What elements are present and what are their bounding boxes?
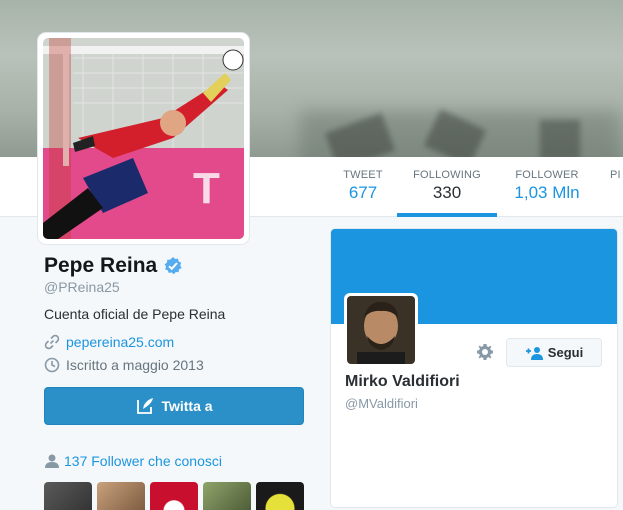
stat-followers-label: FOLLOWER <box>515 169 579 181</box>
clock-icon <box>44 357 60 373</box>
follow-button-label: Segui <box>547 345 584 360</box>
followers-you-know-label: 137 Follower che conosci <box>64 453 222 469</box>
compose-icon <box>137 398 154 414</box>
follower-thumbnail[interactable] <box>97 482 145 510</box>
profile-card-handle[interactable]: @MValdifiori <box>345 396 418 411</box>
profile-bio: Cuenta oficial de Pepe Reina <box>44 306 226 322</box>
svg-text:T: T <box>193 164 220 213</box>
follower-thumbnail[interactable] <box>44 482 92 510</box>
stat-following-label: FOLLOWING <box>413 169 481 181</box>
gear-icon[interactable] <box>476 343 494 361</box>
profile-url-row: pepereina25.com <box>44 334 174 350</box>
profile-avatar-image: T <box>43 38 244 239</box>
add-person-icon <box>525 346 543 360</box>
profile-card-name[interactable]: Mirko Valdifiori <box>345 373 460 391</box>
stat-tweets[interactable]: TWEET 677 <box>342 169 384 203</box>
follower-thumbnail[interactable] <box>150 482 198 510</box>
profile-url-link[interactable]: pepereina25.com <box>66 334 174 350</box>
profile-name-text: Pepe Reina <box>44 254 158 277</box>
followers-you-know[interactable]: 137 Follower che conosci <box>44 453 222 469</box>
profile-card-avatar[interactable] <box>344 293 418 367</box>
stat-followers[interactable]: FOLLOWER 1,03 Mln <box>510 169 584 203</box>
follow-button[interactable]: Segui <box>506 338 602 367</box>
person-icon <box>45 454 59 468</box>
profile-card: Segui Mirko Valdifiori @MValdifiori <box>330 228 618 508</box>
stat-following[interactable]: FOLLOWING 330 <box>397 169 497 217</box>
profile-joined-row: Iscritto a maggio 2013 <box>44 357 204 373</box>
profile-name: Pepe Reina <box>44 254 183 278</box>
stat-followers-value: 1,03 Mln <box>514 183 580 202</box>
stat-tweets-value: 677 <box>348 183 378 202</box>
profile-joined-text: Iscritto a maggio 2013 <box>66 357 204 373</box>
link-icon <box>44 334 60 350</box>
stat-following-value: 330 <box>432 183 462 202</box>
followers-you-know-thumbnails <box>44 482 304 510</box>
stat-more-label: PI <box>610 169 621 181</box>
follower-thumbnail[interactable] <box>256 482 304 510</box>
follower-thumbnail[interactable] <box>203 482 251 510</box>
tweet-to-button[interactable]: Twitta a <box>44 387 304 425</box>
profile-card-avatar-image <box>347 296 415 364</box>
stat-more[interactable]: PI <box>610 169 623 181</box>
verified-badge-icon <box>164 257 182 275</box>
tweet-to-label: Twitta a <box>161 398 213 414</box>
profile-avatar[interactable]: T <box>38 33 249 244</box>
stat-tweets-label: TWEET <box>343 169 383 181</box>
profile-handle[interactable]: @PReina25 <box>44 279 120 295</box>
